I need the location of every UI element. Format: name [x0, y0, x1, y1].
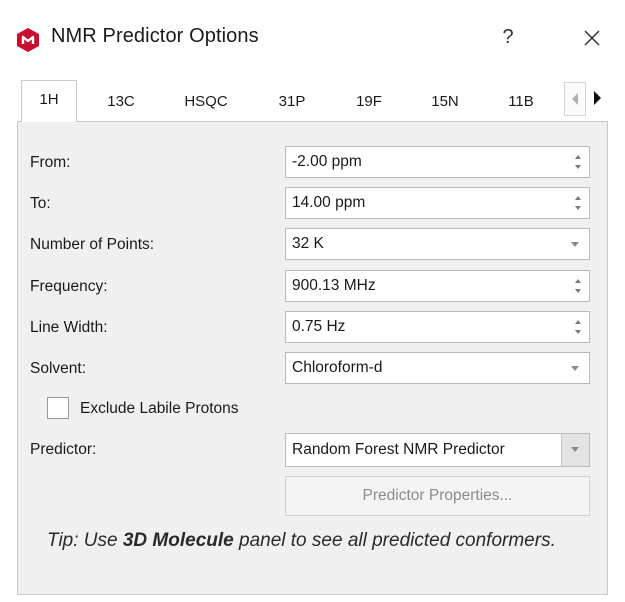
predictor-select[interactable]: Random Forest NMR Predictor — [285, 433, 590, 467]
frequency-value: 900.13 MHz — [292, 277, 376, 294]
tab-13c[interactable]: 13C — [95, 87, 147, 119]
close-button[interactable] — [577, 22, 609, 54]
tab-15n[interactable]: 15N — [420, 87, 470, 119]
predictor-label: Predictor: — [30, 441, 97, 458]
to-value: 14.00 ppm — [292, 194, 366, 211]
tab-scroll-right-button[interactable] — [587, 82, 609, 116]
nmr-predictor-options-dialog: NMR Predictor Options ? 1H 13C HSQC 31P … — [0, 0, 625, 602]
points-select[interactable]: 32 K — [285, 228, 590, 260]
frequency-field[interactable]: 900.13 MHz — [285, 270, 590, 302]
tab-hsqc[interactable]: HSQC — [175, 87, 237, 119]
tab-19f[interactable]: 19F — [344, 87, 394, 119]
help-button[interactable]: ? — [496, 22, 520, 52]
solvent-label: Solvent: — [30, 360, 87, 377]
from-field[interactable]: -2.00 ppm — [285, 146, 590, 178]
solvent-select[interactable]: Chloroform-d — [285, 352, 590, 384]
chevron-down-icon[interactable] — [561, 434, 589, 466]
frequency-label: Frequency: — [30, 278, 108, 295]
tip-suffix: panel to see all predicted conformers. — [233, 530, 556, 551]
tip-bold: 3D Molecule — [122, 530, 234, 551]
tip-prefix: Tip: Use — [47, 530, 123, 551]
close-icon — [584, 30, 600, 46]
tab-31p[interactable]: 31P — [267, 87, 317, 119]
line-width-label: Line Width: — [30, 319, 108, 336]
predictor-properties-button[interactable]: Predictor Properties... — [285, 476, 590, 516]
tab-scroll-left-button[interactable] — [564, 82, 586, 116]
tab-11b[interactable]: 11B — [495, 87, 547, 119]
to-field[interactable]: 14.00 ppm — [285, 187, 590, 219]
chevron-right-icon — [594, 91, 601, 105]
line-width-value: 0.75 Hz — [292, 318, 346, 335]
spinner-icon[interactable] — [573, 153, 583, 171]
points-value: 32 K — [292, 235, 324, 252]
tab-1h[interactable]: 1H — [21, 80, 77, 122]
spinner-icon[interactable] — [573, 194, 583, 212]
chevron-down-icon — [571, 366, 579, 371]
chevron-down-icon — [571, 242, 579, 247]
solvent-value: Chloroform-d — [292, 359, 383, 376]
from-label: From: — [30, 154, 71, 171]
app-logo-icon — [15, 27, 41, 53]
tip-text: Tip: Use 3D Molecule panel to see all pr… — [47, 528, 567, 554]
chevron-left-icon — [572, 93, 578, 105]
to-label: To: — [30, 195, 51, 212]
exclude-labile-label[interactable]: Exclude Labile Protons — [80, 400, 239, 418]
line-width-field[interactable]: 0.75 Hz — [285, 311, 590, 343]
points-label: Number of Points: — [30, 236, 155, 253]
window-title: NMR Predictor Options — [51, 25, 259, 47]
exclude-labile-checkbox[interactable] — [47, 397, 69, 419]
title-bar: NMR Predictor Options ? — [0, 0, 625, 78]
spinner-icon[interactable] — [573, 318, 583, 336]
tab-bar: 1H 13C HSQC 31P 19F 15N 11B — [17, 80, 617, 122]
predictor-value: Random Forest NMR Predictor — [292, 441, 505, 458]
from-value: -2.00 ppm — [292, 153, 362, 170]
spinner-icon[interactable] — [573, 277, 583, 295]
